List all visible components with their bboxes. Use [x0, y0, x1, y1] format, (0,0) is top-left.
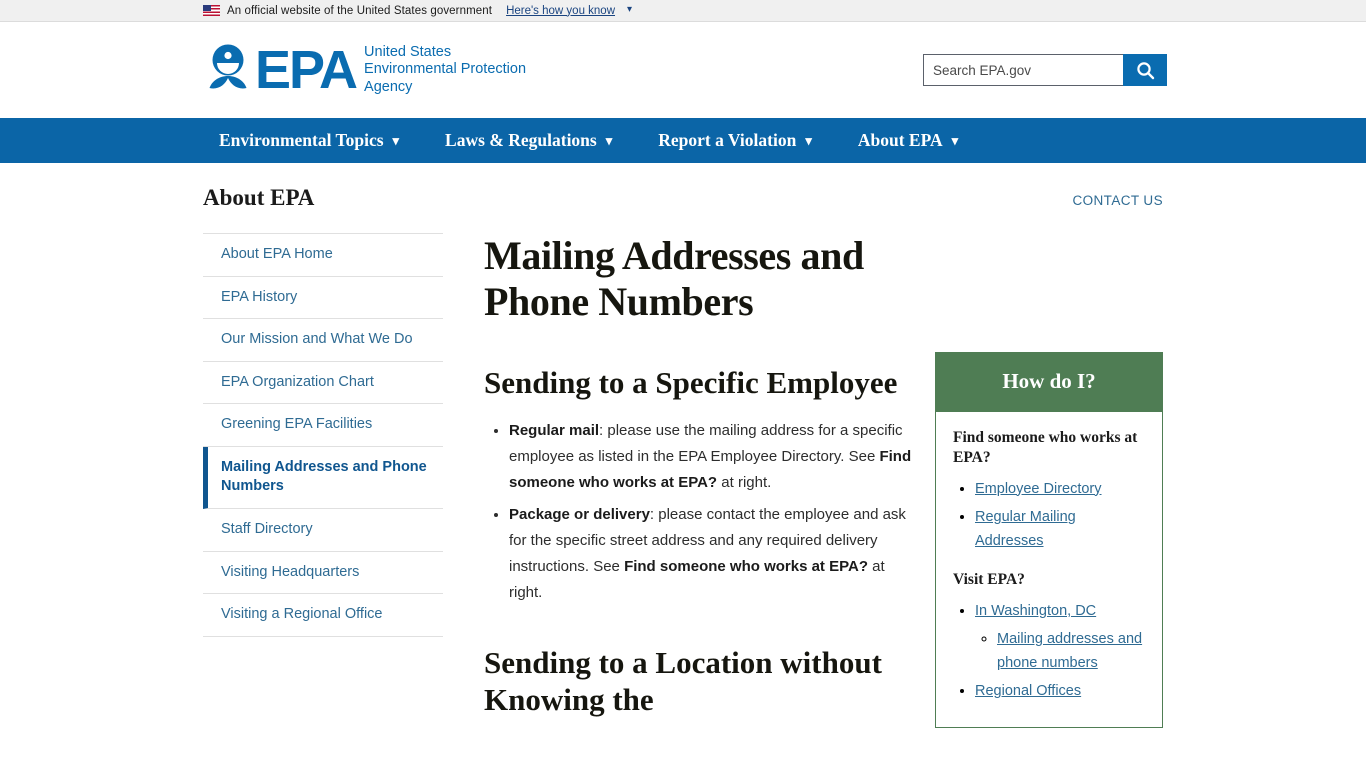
sidebar-item-visiting-regional-office[interactable]: Visiting a Regional Office [203, 594, 443, 637]
how-do-i-box: How do I? Find someone who works at EPA?… [935, 352, 1163, 728]
nav-label: Environmental Topics [219, 130, 384, 150]
sidebar-item-organization-chart[interactable]: EPA Organization Chart [203, 362, 443, 405]
how-do-i-list-visit-epa: In Washington, DC Mailing addresses and … [953, 600, 1145, 704]
bullet-lead: Package or delivery [509, 506, 650, 524]
agency-line-2: Environmental Protection [364, 61, 527, 78]
link-employee-directory[interactable]: Employee Directory [975, 481, 1102, 497]
link-in-washington-dc[interactable]: In Washington, DC [975, 603, 1096, 619]
section-heading-specific-employee: Sending to a Specific Employee [484, 364, 898, 400]
main-navigation: Environmental Topics ▾ Laws & Regulation… [0, 118, 1366, 163]
sidebar-item-visiting-headquarters[interactable]: Visiting Headquarters [203, 552, 443, 595]
link-regional-offices[interactable]: Regional Offices [975, 683, 1081, 699]
nav-label: Laws & Regulations [445, 130, 597, 150]
site-header: EPA United States Environmental Protecti… [0, 22, 1366, 118]
heres-how-you-know-link[interactable]: Here's how you know [506, 5, 615, 17]
bullet-lead: Regular mail [509, 421, 600, 439]
chevron-down-icon: ▾ [605, 133, 613, 148]
search-button[interactable] [1123, 54, 1167, 86]
how-do-i-sublist: Mailing addresses and phone numbers [975, 628, 1145, 675]
section-heading-location-without-knowing: Sending to a Location without Knowing th… [484, 644, 882, 717]
sidebar-item-epa-history[interactable]: EPA History [203, 277, 443, 320]
nav-item-report-a-violation[interactable]: Report a Violation ▾ [658, 130, 812, 151]
list-item: In Washington, DC Mailing addresses and … [975, 600, 1145, 675]
page-title: Mailing Addresses and Phone Numbers [484, 233, 864, 325]
sidebar-item-mailing-addresses[interactable]: Mailing Addresses and Phone Numbers [203, 446, 443, 509]
link-regular-mailing-addresses[interactable]: Regular Mailing Addresses [975, 509, 1076, 548]
list-item: Regional Offices [975, 680, 1145, 703]
nav-item-laws-regulations[interactable]: Laws & Regulations ▾ [445, 130, 612, 151]
sidebar-item-about-epa-home[interactable]: About EPA Home [203, 234, 443, 277]
instructions-list: Regular mail: please use the mailing add… [484, 418, 917, 606]
sidebar-list: About EPA Home EPA History Our Mission a… [203, 233, 443, 637]
bullet-emphasis: Find someone who works at EPA? [624, 557, 868, 575]
how-do-i-heading-find-someone: Find someone who works at EPA? [953, 429, 1138, 466]
list-item: Employee Directory [975, 478, 1145, 501]
how-do-i-list-find-someone: Employee Directory Regular Mailing Addre… [953, 478, 1145, 553]
list-item: Regular mail: please use the mailing add… [509, 418, 917, 495]
chevron-down-icon: ▾ [392, 133, 400, 148]
agency-line-3: Agency [364, 78, 413, 95]
chevron-down-icon: ▾ [805, 133, 812, 148]
how-do-i-body: Find someone who works at EPA? Employee … [936, 412, 1162, 727]
section-header: About EPA CONTACT US [199, 163, 1167, 211]
epa-wordmark: EPA [255, 40, 358, 100]
search-icon [1136, 61, 1154, 79]
agency-name: United States Environmental Protection A… [364, 44, 526, 95]
page-content: About EPA Home EPA History Our Mission a… [199, 211, 1167, 728]
bullet-text-tail: at right. [717, 473, 772, 491]
contact-us-link[interactable]: CONTACT US [1072, 193, 1163, 208]
sidebar-item-greening-facilities[interactable]: Greening EPA Facilities [203, 404, 443, 447]
list-item: Package or delivery: please contact the … [509, 502, 917, 605]
agency-line-1: United States [364, 44, 452, 61]
site-search [923, 54, 1167, 86]
sidebar-item-our-mission[interactable]: Our Mission and What We Do [203, 319, 443, 362]
how-do-i-title: How do I? [936, 352, 1162, 412]
sidebar-item-staff-directory[interactable]: Staff Directory [203, 509, 443, 552]
nav-label: Report a Violation [658, 130, 797, 150]
list-item: Mailing addresses and phone numbers [997, 628, 1145, 675]
gov-banner-text: An official website of the United States… [227, 4, 493, 17]
gov-banner: An official website of the United States… [0, 0, 1366, 22]
sidebar-navigation: About EPA Home EPA History Our Mission a… [203, 233, 443, 728]
main-article: Mailing Addresses and Phone Numbers Send… [443, 233, 935, 728]
nav-label: About EPA [857, 130, 943, 150]
nav-item-environmental-topics[interactable]: Environmental Topics ▾ [219, 130, 399, 151]
section-title: About EPA [203, 185, 315, 210]
epa-seal-icon [209, 44, 247, 88]
chevron-down-icon[interactable]: ▾ [627, 4, 632, 15]
link-mailing-addresses-and-phone-numbers[interactable]: Mailing addresses and phone numbers [997, 631, 1142, 670]
search-input[interactable] [923, 54, 1123, 86]
chevron-down-icon: ▾ [951, 133, 959, 148]
epa-logo-link[interactable]: EPA United States Environmental Protecti… [199, 43, 526, 98]
us-flag-icon [203, 5, 220, 16]
list-item: Regular Mailing Addresses [975, 506, 1145, 553]
how-do-i-heading-visit-epa: Visit EPA? [953, 571, 1025, 589]
nav-item-about-epa[interactable]: About EPA ▾ [858, 130, 958, 151]
